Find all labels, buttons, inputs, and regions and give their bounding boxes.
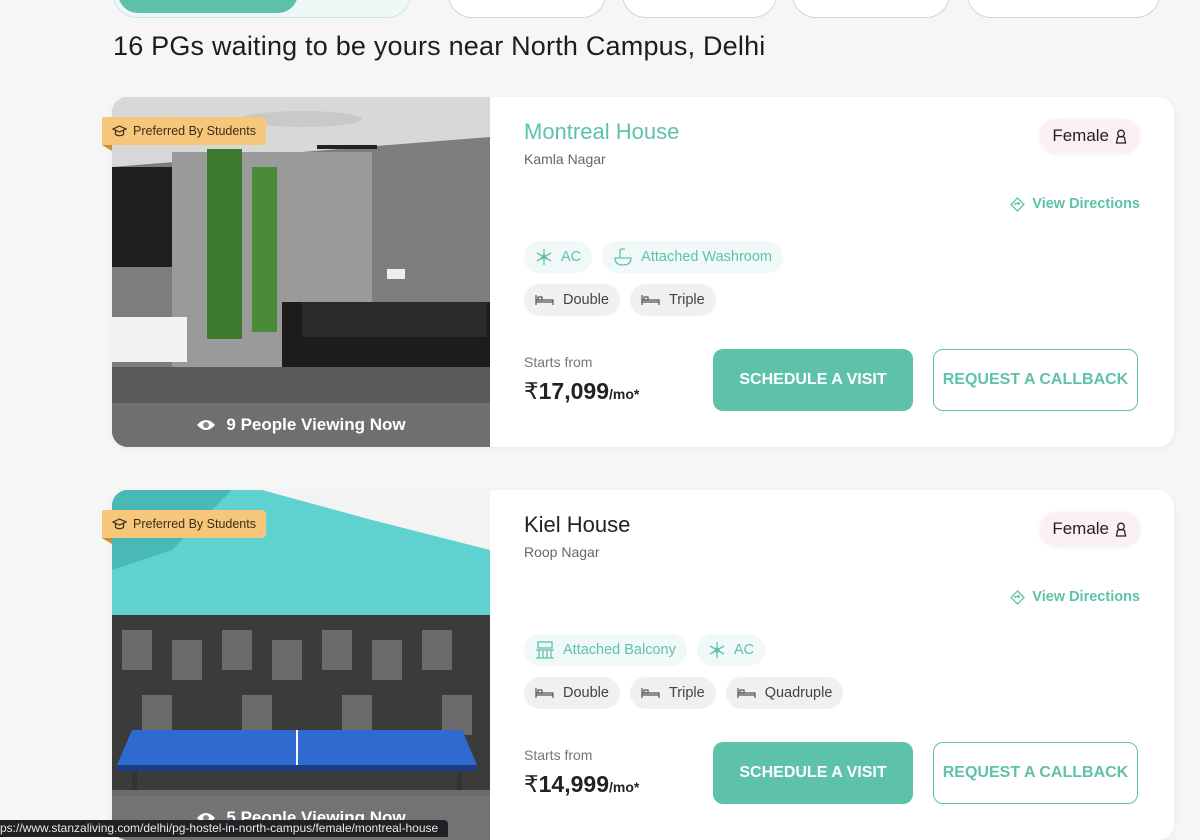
- preferred-badge-label: Preferred By Students: [133, 517, 256, 531]
- preferred-badge: Preferred By Students: [102, 510, 266, 544]
- room-type-label: Double: [563, 292, 609, 308]
- listing-info: Kiel House Roop Nagar Female View Direct…: [524, 490, 1140, 840]
- listing-photo[interactable]: 5 People Viewing Now: [112, 490, 490, 840]
- price: ₹14,999/mo*: [524, 771, 639, 798]
- bed-icon: [641, 688, 660, 698]
- gender-badge: Female: [1040, 512, 1140, 546]
- snowflake-icon: [709, 642, 725, 658]
- room-type-label: Triple: [668, 685, 705, 701]
- preferred-badge: Preferred By Students: [102, 117, 266, 151]
- room-type-chip: Triple: [629, 677, 716, 709]
- listing-locality: Kamla Nagar: [524, 151, 606, 167]
- request-callback-button[interactable]: REQUEST A CALLBACK: [933, 349, 1138, 411]
- amenity-chip: Attached Washroom: [602, 241, 783, 273]
- room-type-chip: Double: [524, 677, 620, 709]
- amenities-list: Attached Balcony AC: [524, 634, 766, 666]
- bed-icon: [641, 295, 660, 305]
- view-directions-label: View Directions: [1032, 589, 1140, 605]
- starts-from-label: Starts from: [524, 747, 593, 763]
- gender-label: Female: [1052, 126, 1109, 145]
- room-image: [112, 490, 490, 840]
- snowflake-icon: [536, 249, 552, 265]
- room-image: [112, 97, 490, 447]
- view-directions-link[interactable]: View Directions: [1010, 196, 1140, 212]
- amenity-label: Attached Balcony: [563, 642, 676, 658]
- female-icon: [1115, 129, 1127, 144]
- listing-info: Montreal House Kamla Nagar Female View D…: [524, 97, 1140, 447]
- results-heading: 16 PGs waiting to be yours near North Ca…: [113, 31, 766, 61]
- schedule-visit-button[interactable]: SCHEDULE A VISIT: [713, 349, 913, 411]
- viewing-now-bar: 9 People Viewing Now: [112, 403, 490, 447]
- directions-icon: [1010, 589, 1026, 605]
- filter-pill[interactable]: [622, 0, 777, 18]
- listing-name[interactable]: Kiel House: [524, 512, 630, 538]
- room-type-chip: Double: [524, 284, 620, 316]
- directions-icon: [1010, 196, 1026, 212]
- amenity-label: AC: [733, 642, 755, 658]
- bed-icon: [737, 688, 756, 698]
- listing-photo[interactable]: 9 People Viewing Now: [112, 97, 490, 447]
- filter-pill[interactable]: [967, 0, 1160, 18]
- viewing-now-text: 9 People Viewing Now: [226, 415, 406, 434]
- graduation-cap-icon: [112, 517, 127, 529]
- currency-symbol: ₹: [524, 771, 539, 797]
- schedule-visit-button[interactable]: SCHEDULE A VISIT: [713, 742, 913, 804]
- currency-symbol: ₹: [524, 378, 539, 404]
- price-unit: /mo*: [609, 779, 640, 795]
- view-directions-label: View Directions: [1032, 196, 1140, 212]
- room-type-label: Double: [563, 685, 609, 701]
- pg-listing-card[interactable]: 5 People Viewing Now Preferred By Studen…: [102, 490, 1174, 840]
- pg-listing-card[interactable]: 9 People Viewing Now Preferred By Studen…: [102, 97, 1174, 447]
- bed-icon: [535, 295, 554, 305]
- female-icon: [1115, 522, 1127, 537]
- listing-name[interactable]: Montreal House: [524, 119, 679, 145]
- amenity-chip: AC: [524, 241, 593, 273]
- room-types-list: Double Triple Quadruple: [524, 677, 844, 709]
- filter-pill-active[interactable]: [113, 0, 411, 18]
- amenity-chip: Attached Balcony: [524, 634, 687, 666]
- bed-icon: [535, 688, 554, 698]
- room-type-chip: Triple: [629, 284, 716, 316]
- price-value: 14,999: [538, 771, 609, 797]
- filter-pill-active-highlight: [118, 0, 298, 13]
- price-value: 17,099: [538, 378, 609, 404]
- balcony-icon: [536, 641, 554, 659]
- room-type-label: Triple: [668, 292, 705, 308]
- price: ₹17,099/mo*: [524, 378, 639, 405]
- filter-pill[interactable]: [448, 0, 606, 18]
- listing-locality: Roop Nagar: [524, 544, 600, 560]
- price-unit: /mo*: [609, 386, 640, 402]
- browser-status-url: ps://www.stanzaliving.com/delhi/pg-hoste…: [0, 820, 449, 837]
- gender-label: Female: [1052, 519, 1109, 538]
- room-type-label: Quadruple: [764, 685, 833, 701]
- amenity-label: Attached Washroom: [641, 249, 772, 265]
- filter-pill[interactable]: [792, 0, 950, 18]
- preferred-badge-label: Preferred By Students: [133, 124, 256, 138]
- room-type-chip: Quadruple: [725, 677, 844, 709]
- washbasin-icon: [614, 248, 632, 266]
- gender-badge: Female: [1040, 119, 1140, 153]
- graduation-cap-icon: [112, 124, 127, 136]
- amenity-chip: AC: [696, 634, 766, 666]
- eye-icon: [197, 420, 216, 430]
- view-directions-link[interactable]: View Directions: [1010, 589, 1140, 605]
- starts-from-label: Starts from: [524, 354, 593, 370]
- amenities-list: AC Attached Washroom: [524, 241, 783, 273]
- request-callback-button[interactable]: REQUEST A CALLBACK: [933, 742, 1138, 804]
- room-types-list: Double Triple: [524, 284, 716, 316]
- amenity-label: AC: [561, 249, 582, 265]
